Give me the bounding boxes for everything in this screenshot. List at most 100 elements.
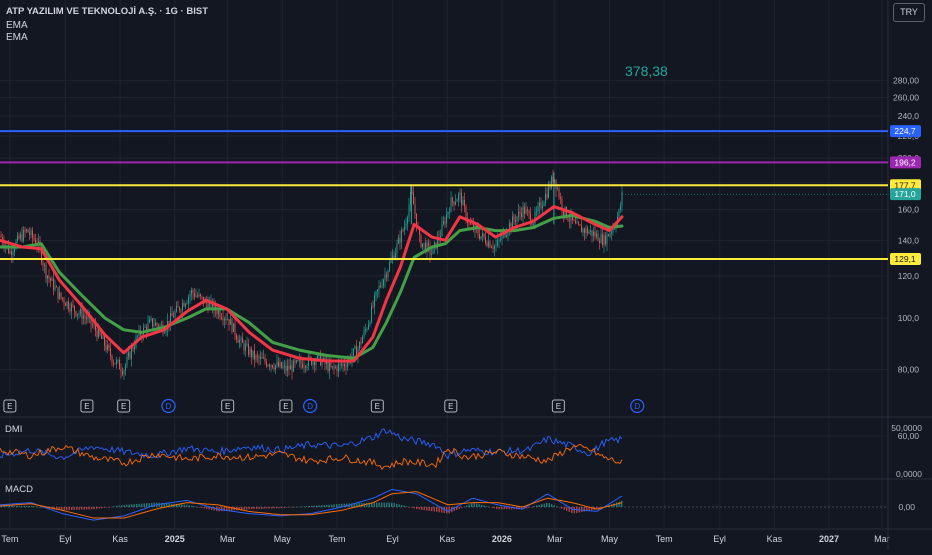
macd-label[interactable]: MACD xyxy=(5,484,33,495)
macd-histogram-bar xyxy=(296,506,298,508)
candle-body xyxy=(444,221,446,224)
macd-histogram-bar xyxy=(493,507,495,509)
candle-body xyxy=(314,360,315,366)
candle-body xyxy=(296,360,297,363)
symbol-title[interactable]: ATP YAZILIM VE TEKNOLOJİ A.Ş. · 1G · BIS… xyxy=(6,6,208,17)
candle-body xyxy=(59,292,60,299)
macd-histogram-bar xyxy=(93,507,95,510)
candle-body xyxy=(156,323,158,326)
candle-body xyxy=(29,232,30,235)
earnings-marker-label: E xyxy=(225,402,230,411)
candle-body xyxy=(101,334,102,339)
macd-histogram-bar xyxy=(313,505,315,507)
candle-body xyxy=(27,229,29,233)
candle-body xyxy=(462,200,464,206)
dmi-label[interactable]: DMI xyxy=(5,424,22,435)
candle-body xyxy=(356,346,357,356)
macd-histogram-bar xyxy=(26,505,28,507)
indicator-ema-1[interactable]: EMA xyxy=(6,20,28,31)
candle-body xyxy=(201,295,203,297)
candle-body xyxy=(120,369,122,372)
macd-histogram-bar xyxy=(13,505,15,507)
candle-body xyxy=(585,228,587,233)
candle-body xyxy=(399,237,401,243)
level-price-label: 196,2 xyxy=(894,157,916,167)
candle-body xyxy=(231,319,233,332)
candle-body xyxy=(329,362,330,372)
candle-body xyxy=(408,204,410,218)
candle-body xyxy=(200,294,201,296)
candle-body xyxy=(497,240,498,246)
time-axis-label: Mar xyxy=(547,534,563,544)
candle-body xyxy=(249,349,251,355)
dividend-marker-label: D xyxy=(634,402,640,411)
macd-histogram-bar xyxy=(531,506,533,508)
candle-body xyxy=(335,367,336,368)
macd-histogram-bar xyxy=(333,504,335,507)
macd-histogram-bar xyxy=(573,507,575,514)
macd-histogram-bar xyxy=(6,505,8,507)
macd-histogram-bar xyxy=(23,505,25,507)
candle-body xyxy=(449,211,450,213)
macd-histogram-bar xyxy=(491,507,493,508)
candle-body xyxy=(50,278,51,281)
earnings-marker-label: E xyxy=(448,402,453,411)
macd-histogram-bar xyxy=(471,503,473,507)
macd-histogram-bar xyxy=(301,506,303,508)
macd-histogram-bar xyxy=(113,506,115,507)
candle-body xyxy=(584,228,585,233)
indicator-ema-2[interactable]: EMA xyxy=(6,32,28,43)
candle-body xyxy=(303,366,305,368)
macd-histogram-bar xyxy=(318,505,320,507)
candle-body xyxy=(603,235,605,245)
time-axis-label: Tem xyxy=(656,534,673,544)
candle-body xyxy=(384,274,386,280)
candle-body xyxy=(422,243,423,247)
candle-body xyxy=(180,310,182,312)
macd-histogram-bar xyxy=(158,502,160,507)
candle-body xyxy=(161,324,162,326)
candle-body xyxy=(96,330,98,338)
macd-histogram-bar xyxy=(81,507,83,510)
candle-body xyxy=(53,278,54,290)
macd-histogram-bar xyxy=(483,505,485,507)
chart-svg[interactable]: Tem Eyl Kas 2025 Mar May Tem Eyl Kas 2026 Mar May Te… xyxy=(0,0,932,550)
candle-body xyxy=(378,285,380,290)
candle-body xyxy=(245,344,246,351)
candle-body xyxy=(69,308,71,312)
candle-body xyxy=(306,365,308,368)
currency-button[interactable]: TRY xyxy=(893,3,925,22)
candle-body xyxy=(264,357,266,362)
candle-body xyxy=(60,292,62,298)
candle-body xyxy=(309,356,311,358)
macd-histogram-bar xyxy=(276,507,278,509)
macd-histogram-bar xyxy=(328,504,330,507)
macd-histogram-bar xyxy=(383,502,385,507)
candle-body xyxy=(227,319,228,320)
macd-histogram-bar xyxy=(108,507,110,508)
macd-histogram-bar xyxy=(246,507,248,510)
candle-body xyxy=(150,318,152,320)
macd-histogram-bar xyxy=(116,505,118,507)
macd-histogram-bar xyxy=(98,507,100,509)
dmi-axis-label: 50,0000 xyxy=(891,423,922,433)
macd-histogram-bar xyxy=(466,505,468,507)
chart-canvas[interactable]: Tem Eyl Kas 2025 Mar May Tem Eyl Kas 2026 Mar May Te… xyxy=(0,0,932,550)
price-axis-label: 280,00 xyxy=(893,75,919,85)
dmi-axis-label: 0,0000 xyxy=(896,469,922,479)
candle-body xyxy=(267,365,269,367)
candle-body xyxy=(354,346,356,349)
macd-histogram-bar xyxy=(243,507,245,510)
macd-histogram-bar xyxy=(393,503,395,507)
time-axis-label: 2026 xyxy=(492,534,512,544)
candle-body xyxy=(458,194,459,201)
macd-histogram-bar xyxy=(198,507,200,508)
macd-histogram-bar xyxy=(396,503,398,507)
candle-body xyxy=(539,202,540,207)
candle-body xyxy=(233,323,234,332)
macd-histogram-bar xyxy=(63,507,65,511)
candle-body xyxy=(228,319,230,325)
price-axis-label: 160,0 xyxy=(898,205,920,215)
candle-body xyxy=(483,233,485,238)
price-axis-label: 100,0 xyxy=(898,313,920,323)
